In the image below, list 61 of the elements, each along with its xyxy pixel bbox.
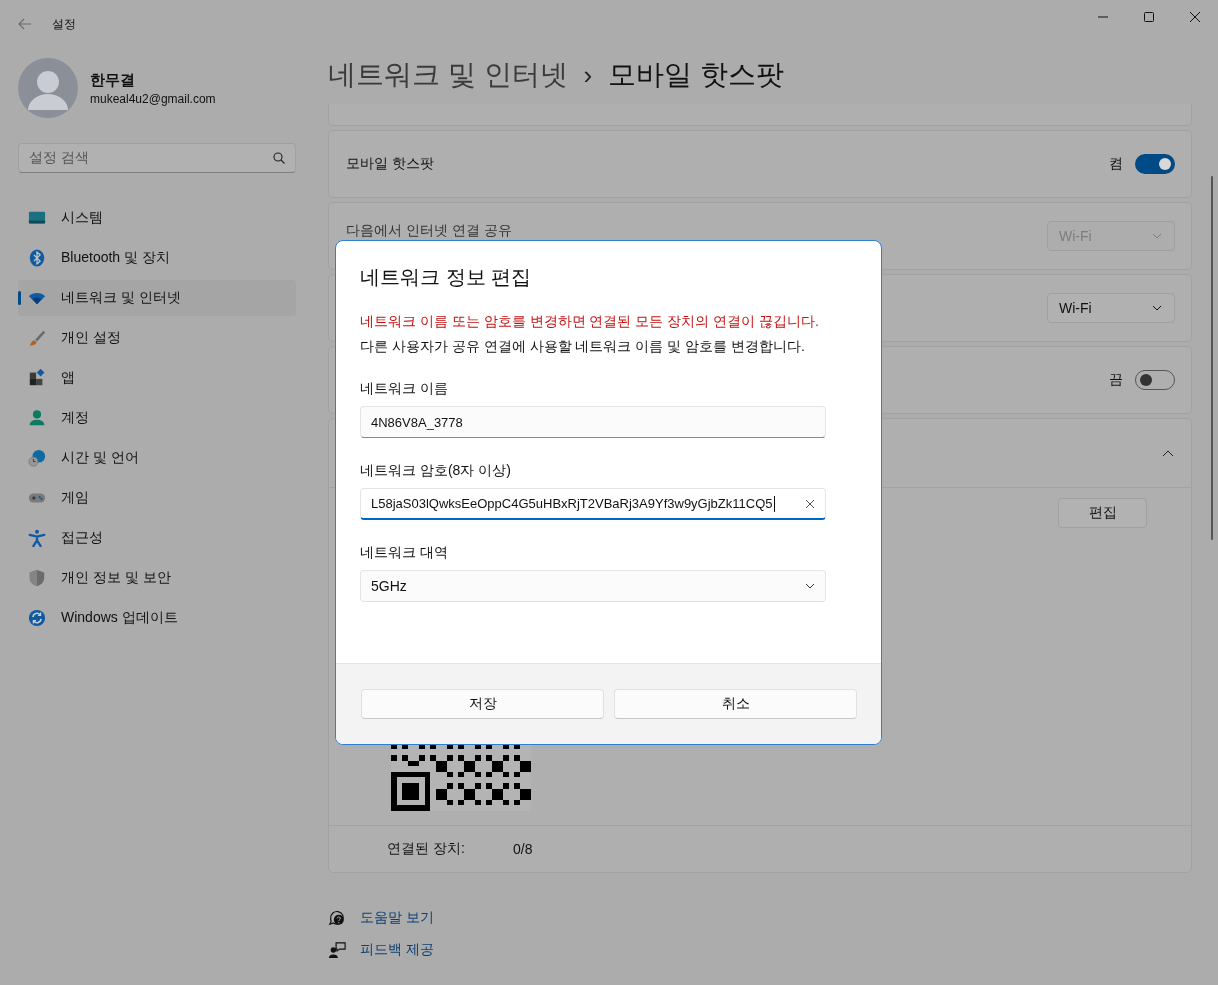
accessibility-icon <box>28 529 46 547</box>
sidebar-item[interactable]: Windows 업데이트 <box>18 600 296 636</box>
bluetooth-icon <box>28 249 46 267</box>
sidebar-item[interactable]: 시간 및 언어 <box>18 440 296 476</box>
chevron-down-icon <box>1152 305 1162 311</box>
sidebar-item[interactable]: 개인 정보 및 보안 <box>18 560 296 596</box>
close-icon <box>1190 12 1200 22</box>
breadcrumb-separator: › <box>583 59 593 91</box>
toggle-state: 켬 <box>1109 155 1123 173</box>
person-icon <box>28 409 46 427</box>
dialog-button[interactable]: 저장 <box>361 689 604 719</box>
field-label: 네트워크 대역 <box>360 543 448 562</box>
sidebar-item[interactable]: 계정 <box>18 400 296 436</box>
globe-clock-icon <box>28 449 46 467</box>
connected-label: 연결된 장치: <box>387 840 466 858</box>
chevron-down-icon <box>1152 233 1162 239</box>
chevron-down-icon <box>805 583 815 589</box>
connected-count: 0/8 <box>513 841 533 857</box>
field-label: 네트워크 이름 <box>360 379 448 398</box>
user-name: 한무결 <box>90 70 136 90</box>
help-icon <box>328 909 346 927</box>
apps-icon <box>28 369 46 387</box>
sidebar-item[interactable]: Bluetooth 및 장치 <box>18 240 296 276</box>
page-title: 모바일 핫스팟 <box>608 58 784 92</box>
feedback-icon <box>328 941 346 959</box>
sidebar-item[interactable]: 개인 설정 <box>18 320 296 356</box>
warning-text: 네트워크 이름 또는 암호를 변경하면 연결된 모든 장치의 연결이 끊깁니다. <box>360 312 819 331</box>
search-icon <box>273 152 285 164</box>
scrollbar[interactable] <box>1211 176 1213 540</box>
toggle-switch[interactable] <box>1135 154 1175 174</box>
user-email: mukeal4u2@gmail.com <box>90 91 216 106</box>
help-link[interactable]: 도움말 보기 <box>360 909 434 927</box>
sidebar-item[interactable]: 접근성 <box>18 520 296 556</box>
dialog-button[interactable]: 취소 <box>614 689 857 719</box>
dropdown[interactable]: Wi-Fi <box>1047 293 1175 323</box>
setting-label: 다음에서 인터넷 연결 공유 <box>346 222 512 240</box>
sidebar-item[interactable]: 게임 <box>18 480 296 516</box>
window-title: 설정 <box>52 15 76 33</box>
dropdown[interactable]: 5GHz <box>360 570 826 602</box>
text-field[interactable]: 4N86V8A_3778 <box>360 406 826 438</box>
edit-button[interactable]: 편집 <box>1058 498 1147 528</box>
refresh-icon <box>28 609 46 627</box>
chevron-up-icon[interactable] <box>1162 449 1174 457</box>
breadcrumb-link[interactable]: 네트워크 및 인터넷 <box>328 56 568 94</box>
avatar <box>18 58 78 118</box>
maximize-icon <box>1144 12 1154 22</box>
back-icon[interactable] <box>18 18 32 30</box>
search-field[interactable]: 설정 검색 <box>18 143 296 173</box>
brush-icon <box>28 329 46 347</box>
sidebar-item[interactable]: 앱 <box>18 360 296 396</box>
toggle-state: 끔 <box>1109 371 1123 389</box>
sidebar-item[interactable]: 네트워크 및 인터넷 <box>18 280 296 316</box>
help-link[interactable]: 피드백 제공 <box>360 941 434 959</box>
clear-icon[interactable] <box>805 498 815 509</box>
sidebar-item[interactable]: 시스템 <box>18 200 296 236</box>
dialog-title: 네트워크 정보 편집 <box>360 265 532 290</box>
field-label: 네트워크 암호(8자 이상) <box>360 461 511 480</box>
setting-label: 모바일 핫스팟 <box>346 155 434 173</box>
shield-icon <box>28 569 46 587</box>
description-text: 다른 사용자가 공유 연결에 사용할 네트워크 이름 및 암호를 변경합니다. <box>360 337 805 356</box>
text-field[interactable]: L58jaS03lQwksEeOppC4G5uHBxRjT2VBaRj3A9Yf3w9yGjbZk11CQ5 <box>360 488 826 520</box>
